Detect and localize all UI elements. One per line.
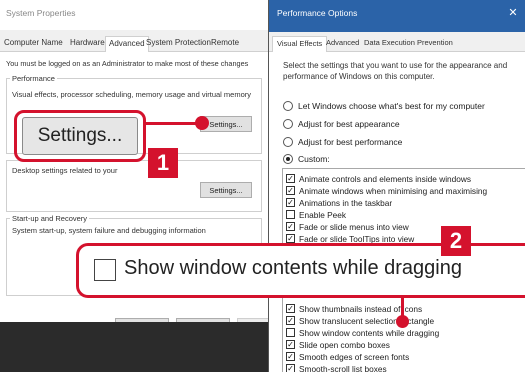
checkbox-smooth-fonts[interactable]: ✓ Smooth edges of screen fonts bbox=[286, 351, 409, 362]
checkbox-animate-windows[interactable]: ✓ Animate windows when minimising and max… bbox=[286, 185, 487, 196]
checkbox-checked-icon: ✓ bbox=[286, 364, 295, 372]
radio-circle-selected bbox=[283, 154, 293, 164]
checkbox-unchecked-icon bbox=[94, 259, 116, 281]
checkbox-checked-icon: ✓ bbox=[286, 340, 295, 349]
radio-best-appearance[interactable]: Adjust for best appearance bbox=[283, 118, 400, 130]
tab-system-protection[interactable]: System Protection bbox=[146, 38, 211, 47]
performance-options-window: Performance Options ✕ Visual Effects Adv… bbox=[268, 0, 525, 372]
tab-hardware[interactable]: Hardware bbox=[70, 38, 105, 47]
checkbox-label: Smooth edges of screen fonts bbox=[299, 351, 410, 362]
performance-label: Performance bbox=[10, 74, 57, 83]
radio-let-windows-choose[interactable]: Let Windows choose what's best for my co… bbox=[283, 100, 485, 112]
user-profiles-description: Desktop settings related to your bbox=[12, 166, 118, 175]
checkbox-checked-icon: ✓ bbox=[286, 174, 295, 183]
checkbox-unchecked-icon bbox=[286, 210, 295, 219]
tab-remote[interactable]: Remote bbox=[211, 38, 239, 47]
checkbox-label: Fade or slide menus into view bbox=[299, 221, 409, 232]
admin-note: You must be logged on as an Administrato… bbox=[6, 59, 249, 68]
checkbox-checked-icon: ✓ bbox=[286, 198, 295, 207]
step-badge-2: 2 bbox=[441, 226, 471, 256]
checkbox-checked-icon: ✓ bbox=[286, 186, 295, 195]
step-badge-1: 1 bbox=[148, 148, 178, 178]
checkbox-fade-menus[interactable]: ✓ Fade or slide menus into view bbox=[286, 221, 409, 232]
checkbox-label: Enable Peek bbox=[299, 209, 347, 220]
checkbox-slide-combo-boxes[interactable]: ✓ Slide open combo boxes bbox=[286, 339, 390, 350]
checkbox-window-contents-dragging[interactable]: Show window contents while dragging bbox=[286, 327, 439, 338]
checkbox-label: Slide open combo boxes bbox=[299, 339, 390, 350]
tab-visual-effects[interactable]: Visual Effects bbox=[272, 36, 328, 52]
tab-bar: Computer Name Hardware Advanced System P… bbox=[0, 36, 268, 52]
checkbox-animate-controls[interactable]: ✓ Animate controls and elements inside wi… bbox=[286, 173, 471, 184]
checkbox-enable-peek[interactable]: Enable Peek bbox=[286, 209, 346, 220]
checkbox-checked-icon: ✓ bbox=[286, 316, 295, 325]
checkbox-label: Show window contents while dragging bbox=[299, 327, 440, 338]
window-title: System Properties bbox=[0, 0, 268, 30]
tab-data-execution-prevention[interactable]: Data Execution Prevention bbox=[364, 38, 453, 47]
tab-computer-name[interactable]: Computer Name bbox=[4, 38, 63, 47]
radio-custom[interactable]: Custom: bbox=[283, 153, 330, 165]
drag-option-zoom-label: Show window contents while dragging bbox=[124, 257, 462, 279]
checkbox-smooth-scroll[interactable]: ✓ Smooth-scroll list boxes bbox=[286, 363, 387, 372]
radio-label: Adjust for best appearance bbox=[298, 119, 400, 129]
radio-label: Let Windows choose what's best for my co… bbox=[298, 101, 485, 111]
dark-background bbox=[0, 322, 268, 372]
checkbox-checked-icon: ✓ bbox=[286, 234, 295, 243]
user-profiles-settings-button[interactable]: Settings... bbox=[200, 182, 252, 198]
callout-highlight-ring bbox=[14, 110, 146, 162]
checkbox-label: Fade or slide ToolTips into view bbox=[299, 233, 415, 244]
callout-pointer-dot bbox=[396, 315, 409, 328]
close-icon[interactable]: ✕ bbox=[505, 4, 521, 20]
callout-connector-line bbox=[146, 122, 198, 125]
checkbox-label: Animate controls and elements inside win… bbox=[299, 173, 472, 184]
startup-description: System start-up, system failure and debu… bbox=[12, 226, 206, 235]
radio-circle bbox=[283, 101, 293, 111]
checkbox-unchecked-icon bbox=[286, 328, 295, 337]
radio-circle bbox=[283, 137, 293, 147]
radio-circle bbox=[283, 119, 293, 129]
checkbox-translucent-selection[interactable]: ✓ Show translucent selection rectangle bbox=[286, 315, 434, 326]
checkbox-checked-icon: ✓ bbox=[286, 222, 295, 231]
checkbox-label: Animate windows when minimising and maxi… bbox=[299, 185, 488, 196]
radio-label: Adjust for best performance bbox=[298, 137, 403, 147]
performance-description: Visual effects, processor scheduling, me… bbox=[12, 90, 252, 99]
startup-label: Start-up and Recovery bbox=[10, 214, 90, 223]
window-title: Performance Options bbox=[269, 0, 525, 32]
checkbox-label: Animations in the taskbar bbox=[299, 197, 393, 208]
checkbox-checked-icon: ✓ bbox=[286, 352, 295, 361]
checkbox-label: Show translucent selection rectangle bbox=[299, 315, 435, 326]
tab-bar: Visual Effects Advanced Data Execution P… bbox=[269, 36, 525, 52]
callout-pointer-dot bbox=[195, 116, 209, 130]
system-properties-window: System Properties Computer Name Hardware… bbox=[0, 0, 268, 372]
radio-best-performance[interactable]: Adjust for best performance bbox=[283, 136, 402, 148]
radio-label: Custom: bbox=[298, 154, 330, 164]
checkbox-taskbar-animations[interactable]: ✓ Animations in the taskbar bbox=[286, 197, 392, 208]
tab-advanced[interactable]: Advanced bbox=[105, 36, 149, 52]
checkbox-label: Smooth-scroll list boxes bbox=[299, 363, 387, 372]
checkbox-checked-icon: ✓ bbox=[286, 304, 295, 313]
tab-advanced[interactable]: Advanced bbox=[326, 38, 359, 47]
panel-description: Select the settings that you want to use… bbox=[283, 61, 508, 81]
